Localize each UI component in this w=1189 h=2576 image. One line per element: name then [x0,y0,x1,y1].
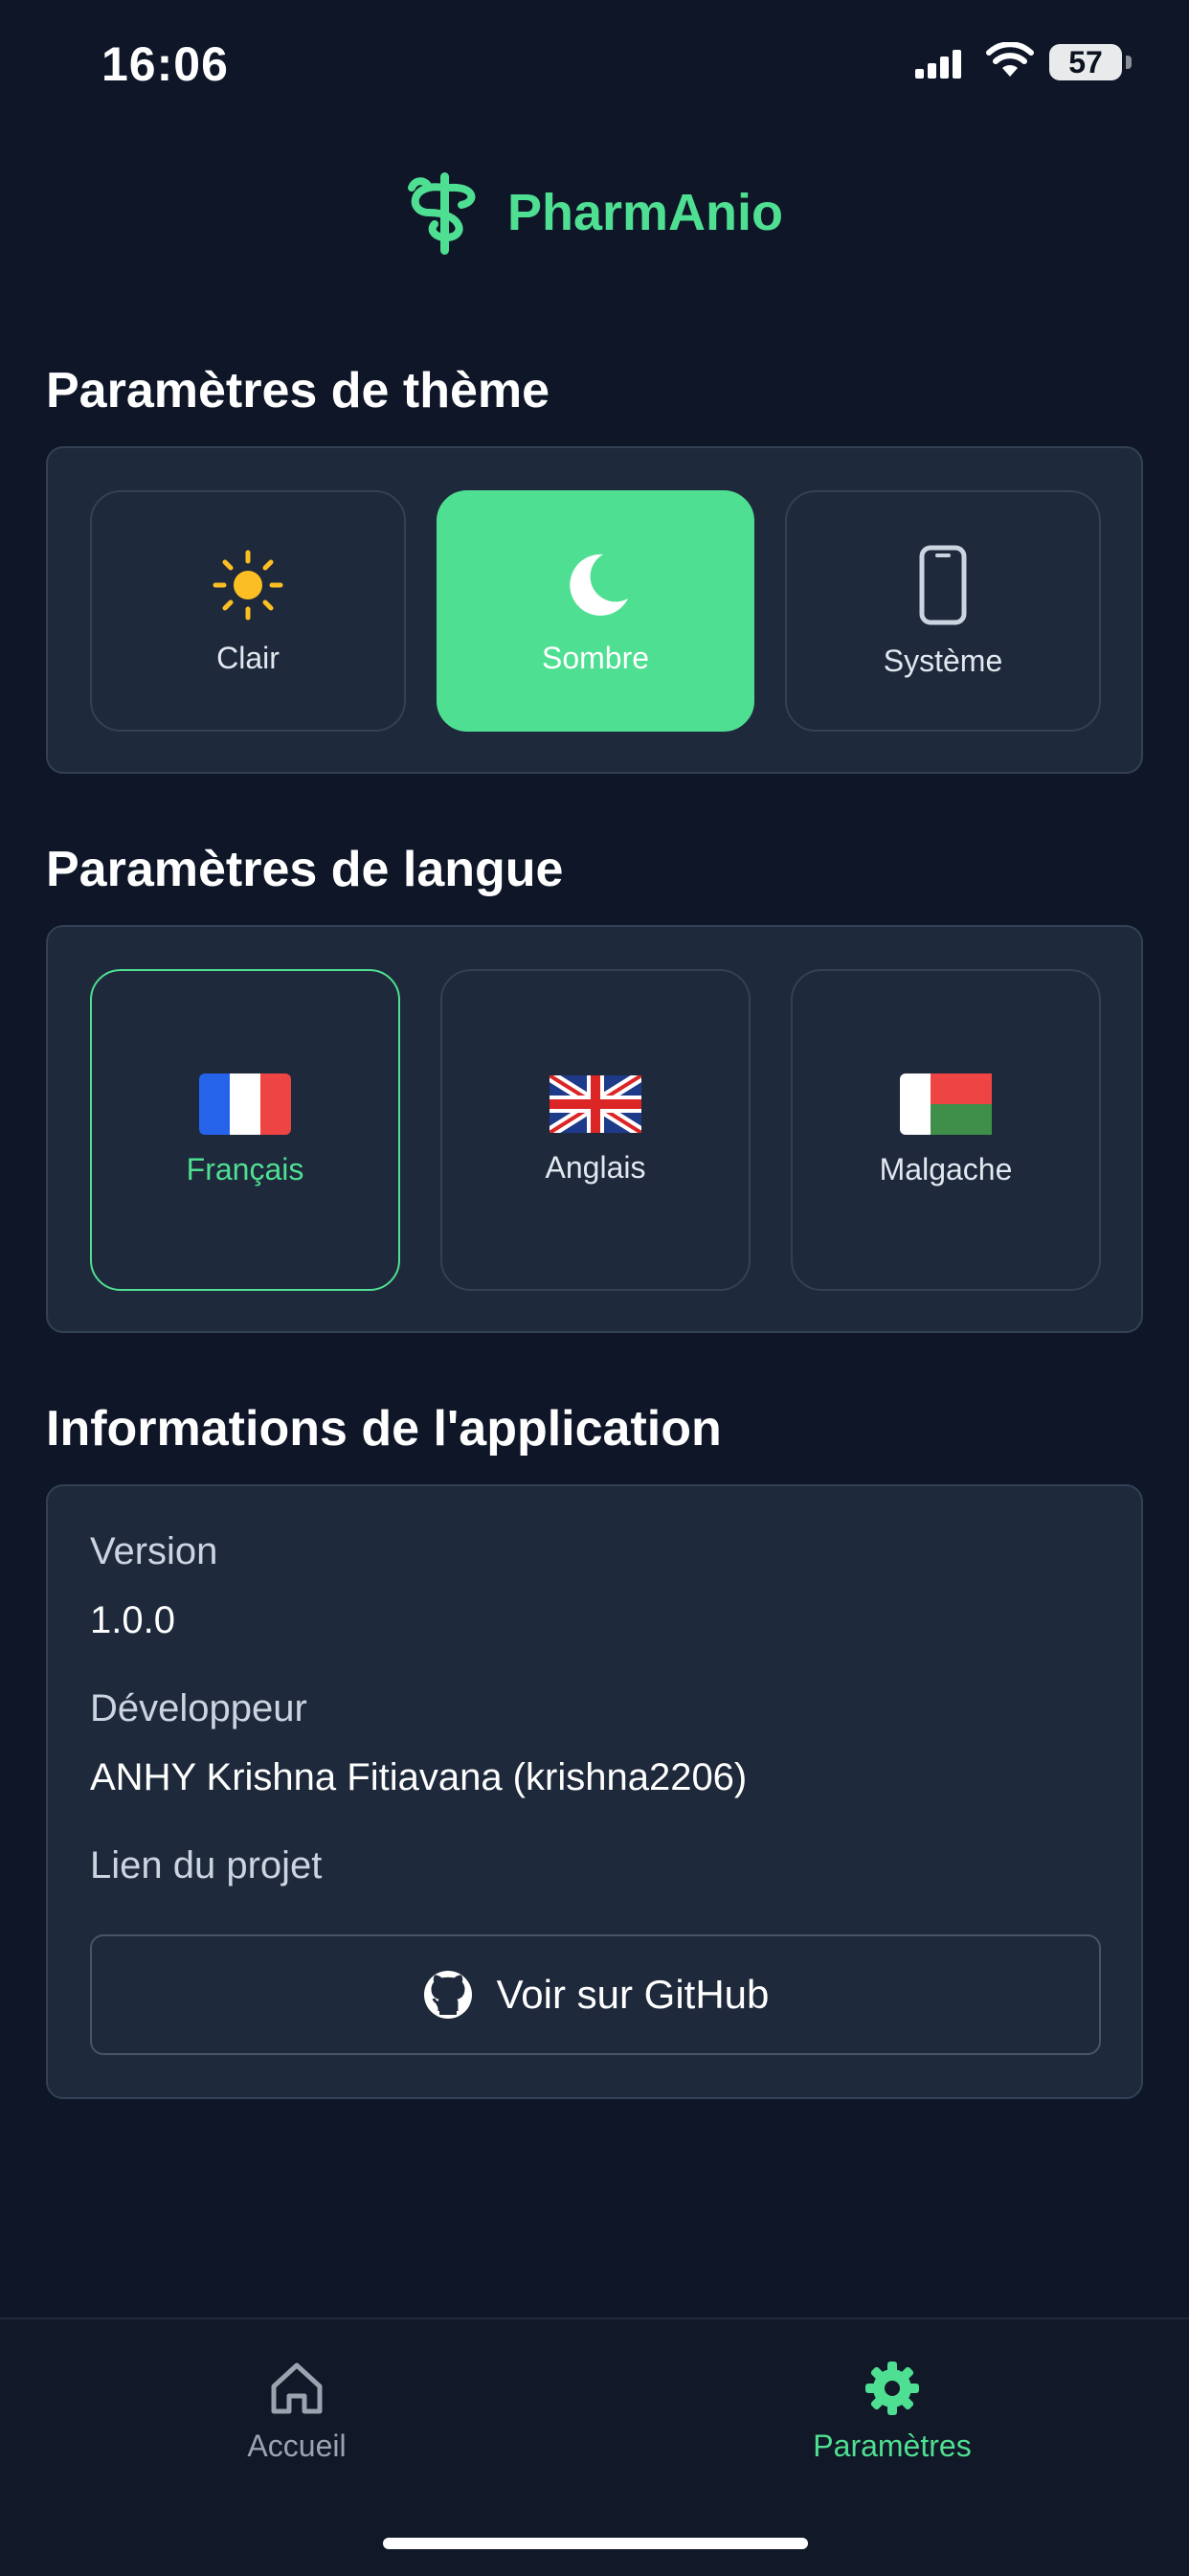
gear-icon [865,2361,919,2415]
tab-settings-label: Paramètres [813,2429,972,2463]
language-option-label: Anglais [545,1149,646,1185]
language-option-english[interactable]: Anglais [440,969,751,1291]
home-icon [271,2362,323,2414]
developer-value: ANHY Krishna Fitiavana (krishna2206) [90,1756,748,1798]
theme-option-system[interactable]: Système [785,490,1101,732]
github-icon [423,1971,472,2019]
project-link-label: Lien du projet [90,1844,323,1887]
github-button-label: Voir sur GitHub [496,1972,770,2017]
info-card: Version 1.0.0 Développeur ANHY Krishna F… [46,1484,1143,2099]
battery-indicator: 57 [1049,44,1122,80]
theme-option-label: Sombre [541,640,650,675]
theme-option-light[interactable]: Clair [90,490,406,732]
status-bar: 16:06 57 [0,0,1189,134]
battery-tip [1126,56,1132,69]
theme-option-label: Clair [216,640,280,675]
theme-card: Clair Sombre Système [46,446,1143,774]
tab-settings[interactable]: Paramètres [749,2358,1036,2464]
developer-label: Développeur [90,1687,307,1729]
language-card: Français Anglais Malgache [46,925,1143,1333]
language-option-label: Français [186,1151,304,1186]
cellular-signal-icon [915,50,961,79]
theme-option-dark[interactable]: Sombre [437,490,754,732]
info-section-title: Informations de l'application [46,1401,722,1457]
language-option-french[interactable]: Français [90,969,400,1291]
theme-section-title: Paramètres de thème [46,363,550,418]
app-name: PharmAnio [506,184,784,241]
language-option-label: Malgache [879,1151,1013,1186]
github-button[interactable]: Voir sur GitHub [90,1934,1101,2055]
tab-home[interactable]: Accueil [153,2358,440,2464]
version-value: 1.0.0 [90,1599,175,1641]
status-time: 16:06 [101,37,229,91]
language-option-malagasy[interactable]: Malgache [791,969,1101,1291]
moon-icon [570,554,628,616]
sun-icon [213,550,283,620]
tab-home-label: Accueil [247,2429,347,2463]
flag-uk-icon [550,1074,641,1133]
caduceus-logo-icon [407,172,476,255]
language-section-title: Paramètres de langue [46,842,564,897]
flag-madagascar-icon [900,1073,992,1135]
phone-icon [919,545,967,624]
wifi-icon [986,42,1034,77]
version-label: Version [90,1530,218,1572]
flag-france-icon [199,1073,291,1135]
app-header: PharmAnio [0,169,1189,257]
theme-option-label: Système [883,643,1003,678]
home-indicator [383,2538,808,2549]
